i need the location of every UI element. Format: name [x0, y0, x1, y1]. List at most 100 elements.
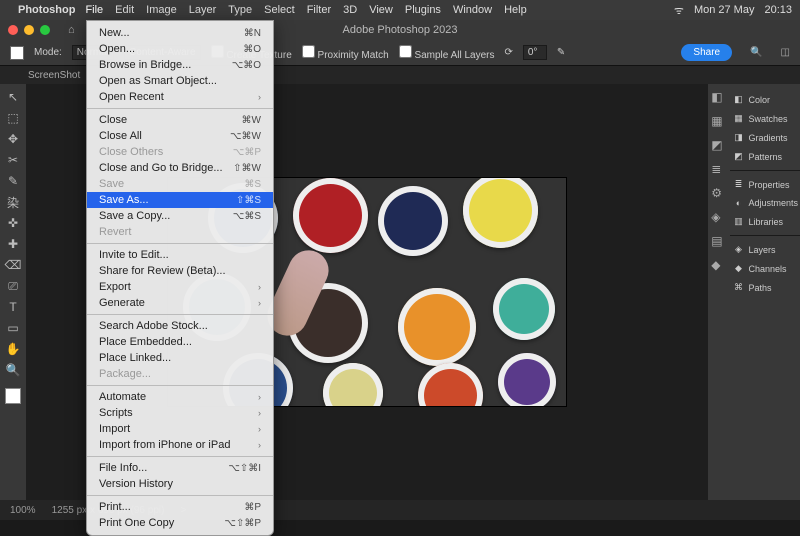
tool-11[interactable]: ▭ — [3, 319, 23, 337]
menu-view[interactable]: View — [369, 4, 393, 16]
menu-item-close[interactable]: Close⌘W — [87, 112, 273, 128]
panel-strip-icon-5[interactable]: ◈ — [711, 210, 727, 226]
menu-edit[interactable]: Edit — [115, 4, 134, 16]
tool-5[interactable]: 染 — [3, 193, 23, 211]
menu-item-automate[interactable]: Automate› — [87, 389, 273, 405]
workspace-icon[interactable]: ◫ — [781, 47, 790, 58]
menu-item-label: Version History — [99, 478, 261, 490]
panel-strip-icon-7[interactable]: ◆ — [711, 258, 727, 274]
panel-color[interactable]: ◧Color — [730, 90, 800, 109]
wifi-icon[interactable]: ᯤ — [674, 3, 684, 18]
paths-icon: ⌘ — [732, 282, 744, 293]
menu-item-label: Save As... — [99, 194, 236, 206]
window-minimize[interactable] — [24, 25, 34, 35]
menu-3d[interactable]: 3D — [343, 4, 357, 16]
panel-strip-icon-2[interactable]: ◩ — [711, 138, 727, 154]
window-close[interactable] — [8, 25, 18, 35]
menu-item-revert: Revert — [87, 224, 273, 240]
panel-strip-icon-1[interactable]: ▦ — [711, 114, 727, 130]
panel-strip-icon-6[interactable]: ▤ — [711, 234, 727, 250]
tool-10[interactable]: T — [3, 298, 23, 316]
proximity-match-checkbox[interactable]: Proximity Match — [302, 45, 389, 61]
panel-adjustments[interactable]: ◐Adjustments — [730, 194, 800, 212]
zoom-level[interactable]: 100% — [10, 505, 36, 516]
share-button[interactable]: Share — [681, 44, 732, 61]
panel-strip-icon-3[interactable]: ≣ — [711, 162, 727, 178]
menu-item-save-a-copy[interactable]: Save a Copy...⌥⌘S — [87, 208, 273, 224]
tool-3[interactable]: ✂ — [3, 151, 23, 169]
search-icon[interactable]: 🔍 — [750, 47, 762, 58]
app-name[interactable]: Photoshop — [18, 4, 75, 16]
menu-item-generate[interactable]: Generate› — [87, 295, 273, 311]
tool-6[interactable]: ✜ — [3, 214, 23, 232]
menu-plugins[interactable]: Plugins — [405, 4, 441, 16]
menu-item-place-embedded[interactable]: Place Embedded... — [87, 334, 273, 350]
menu-filter[interactable]: Filter — [307, 4, 331, 16]
tool-9[interactable]: ⎚ — [3, 277, 23, 295]
panel-channels[interactable]: ◆Channels — [730, 259, 800, 278]
panel-swatches[interactable]: ▦Swatches — [730, 109, 800, 128]
panel-layers[interactable]: ◈Layers — [730, 240, 800, 259]
tool-1[interactable]: ⬚ — [3, 109, 23, 127]
menu-item-close-all[interactable]: Close All⌥⌘W — [87, 128, 273, 144]
menu-item-print[interactable]: Print...⌘P — [87, 499, 273, 515]
panel-strip-icon-0[interactable]: ◧ — [711, 90, 727, 106]
document-tab[interactable]: ScreenShot — [28, 70, 80, 81]
paint-bucket — [418, 363, 483, 407]
menu-item-search-adobe-stock[interactable]: Search Adobe Stock... — [87, 318, 273, 334]
menu-help[interactable]: Help — [504, 4, 527, 16]
menu-file[interactable]: File — [85, 4, 103, 16]
panel-gradients[interactable]: ◨Gradients — [730, 128, 800, 147]
tool-8[interactable]: ⌫ — [3, 256, 23, 274]
menu-item-share-for-review-beta[interactable]: Share for Review (Beta)... — [87, 263, 273, 279]
window-maximize[interactable] — [40, 25, 50, 35]
menu-item-package: Package... — [87, 366, 273, 382]
menu-layer[interactable]: Layer — [189, 4, 217, 16]
panel-patterns[interactable]: ◩Patterns — [730, 147, 800, 166]
menu-item-place-linked[interactable]: Place Linked... — [87, 350, 273, 366]
menu-select[interactable]: Select — [264, 4, 295, 16]
menu-item-label: Import — [99, 423, 255, 435]
chevron-right-icon: › — [258, 92, 261, 102]
menu-type[interactable]: Type — [228, 4, 252, 16]
menu-item-invite-to-edit[interactable]: Invite to Edit... — [87, 247, 273, 263]
panel-label: Gradients — [748, 133, 787, 143]
rotate-angle-icon[interactable]: ⟳ — [504, 47, 512, 58]
menu-item-print-one-copy[interactable]: Print One Copy⌥⇧⌘P — [87, 515, 273, 531]
menu-item-file-info[interactable]: File Info...⌥⇧⌘I — [87, 460, 273, 476]
pressure-icon[interactable]: ✎ — [557, 47, 565, 58]
menu-item-open[interactable]: Open...⌘O — [87, 41, 273, 57]
menu-item-save-as[interactable]: Save As...⇧⌘S — [87, 192, 273, 208]
paint-bucket — [398, 288, 476, 366]
chevron-right-icon: › — [258, 440, 261, 450]
tool-0[interactable]: ↖ — [3, 88, 23, 106]
angle-field[interactable]: 0° — [523, 45, 547, 60]
menu-item-import-from-iphone-or-ipad[interactable]: Import from iPhone or iPad› — [87, 437, 273, 453]
menu-item-new[interactable]: New...⌘N — [87, 25, 273, 41]
menu-item-export[interactable]: Export› — [87, 279, 273, 295]
menu-item-import[interactable]: Import› — [87, 421, 273, 437]
panel-libraries[interactable]: ▥Libraries — [730, 212, 800, 231]
tool-13[interactable]: 🔍 — [3, 361, 23, 379]
foreground-color-swatch[interactable] — [5, 388, 21, 404]
tool-4[interactable]: ✎ — [3, 172, 23, 190]
home-icon[interactable]: ⌂ — [68, 24, 75, 36]
brush-preset-icon[interactable] — [10, 46, 24, 60]
menu-item-shortcut: ⌥⌘P — [233, 147, 261, 158]
menu-item-open-recent[interactable]: Open Recent› — [87, 89, 273, 105]
menu-item-version-history[interactable]: Version History — [87, 476, 273, 492]
tool-7[interactable]: ✚ — [3, 235, 23, 253]
menu-item-close-and-go-to-bridge[interactable]: Close and Go to Bridge...⇧⌘W — [87, 160, 273, 176]
sample-all-layers-checkbox[interactable]: Sample All Layers — [399, 45, 495, 61]
tool-12[interactable]: ✋ — [3, 340, 23, 358]
menu-item-shortcut: ⇧⌘W — [233, 163, 261, 174]
panel-paths[interactable]: ⌘Paths — [730, 278, 800, 297]
menu-item-browse-in-bridge[interactable]: Browse in Bridge...⌥⌘O — [87, 57, 273, 73]
panel-strip-icon-4[interactable]: ⚙ — [711, 186, 727, 202]
panel-properties[interactable]: ≣Properties — [730, 175, 800, 194]
menu-item-scripts[interactable]: Scripts› — [87, 405, 273, 421]
menu-image[interactable]: Image — [146, 4, 177, 16]
menu-item-open-as-smart-object[interactable]: Open as Smart Object... — [87, 73, 273, 89]
tool-2[interactable]: ✥ — [3, 130, 23, 148]
menu-window[interactable]: Window — [453, 4, 492, 16]
